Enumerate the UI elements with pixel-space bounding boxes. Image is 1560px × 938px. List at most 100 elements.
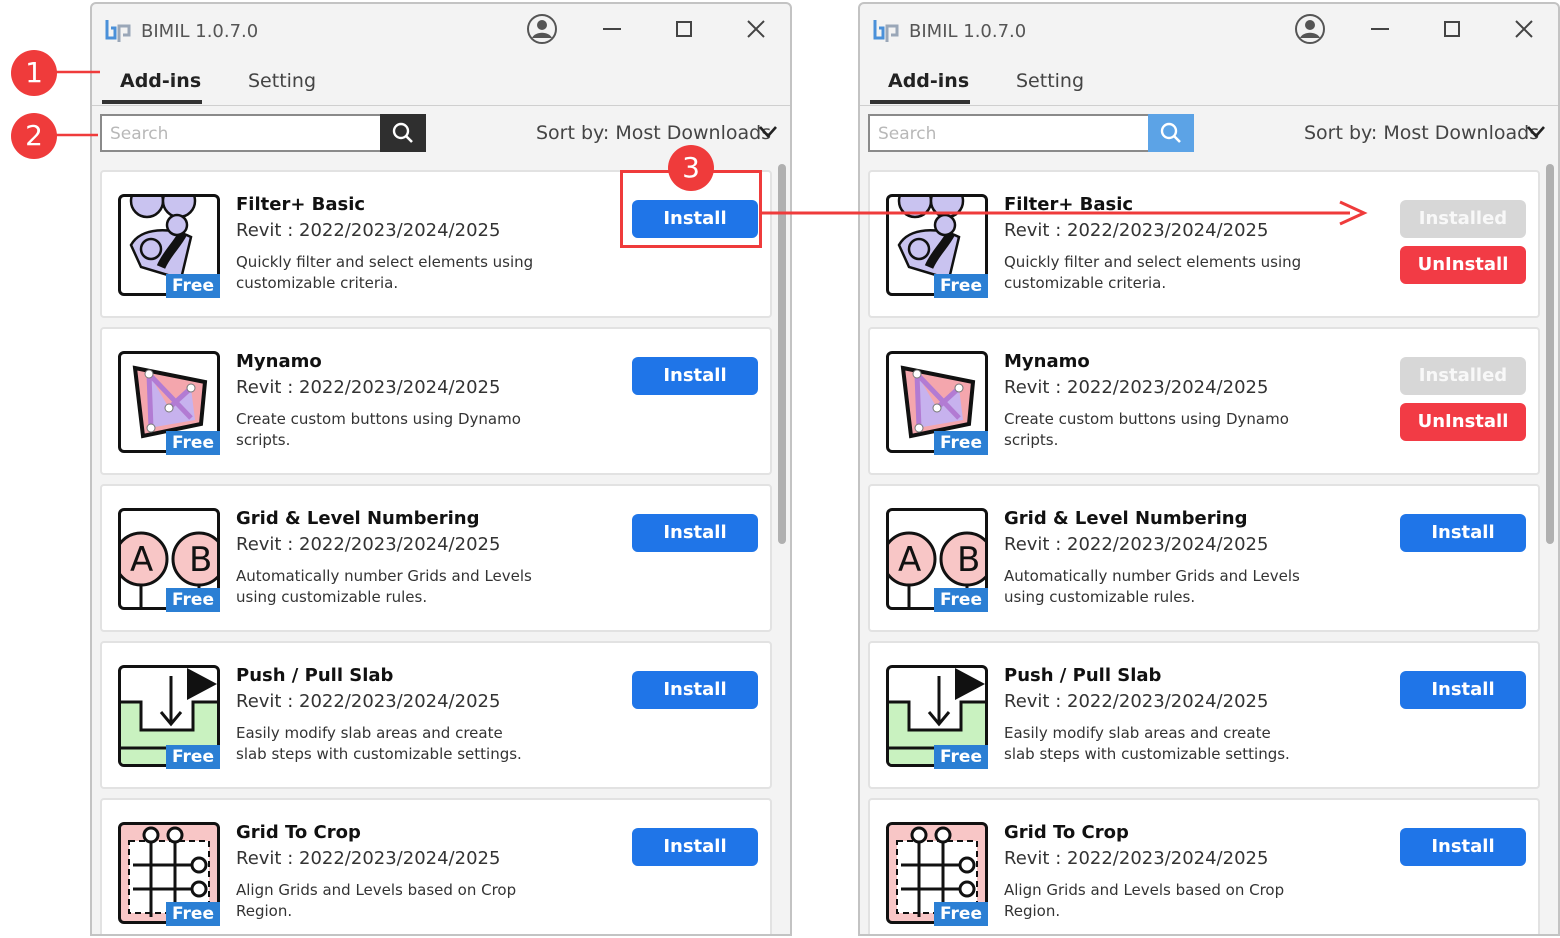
chevron-down-icon[interactable] [758, 125, 778, 139]
addin-versions: Revit : 2022/2023/2024/2025 [1004, 220, 1269, 241]
minimize-button[interactable] [1356, 4, 1404, 54]
addin-card-grid-to-crop: Free Grid To Crop Revit : 2022/2023/2024… [100, 798, 772, 934]
chevron-down-icon[interactable] [1526, 125, 1546, 139]
callout-1: 1 [11, 50, 57, 96]
addin-title: Mynamo [236, 351, 322, 372]
svg-text:B: B [957, 540, 980, 580]
svg-text:B: B [189, 540, 212, 580]
addin-title: Filter+ Basic [1004, 194, 1134, 215]
app-title: BIMIL 1.0.7.0 [909, 21, 1027, 42]
free-badge: Free [934, 745, 988, 769]
addin-description: Automatically number Grids and Levels us… [1004, 567, 1300, 606]
user-account-button[interactable] [518, 4, 566, 54]
addin-list: Free Filter+ Basic Revit : 2022/2023/202… [92, 164, 782, 934]
addin-versions: Revit : 2022/2023/2024/2025 [236, 377, 501, 398]
minimize-icon [603, 28, 621, 30]
user-icon [527, 14, 557, 44]
addin-description: Quickly filter and select elements using… [1004, 253, 1302, 292]
addin-title: Push / Pull Slab [236, 665, 394, 686]
user-account-button[interactable] [1286, 4, 1334, 54]
close-button[interactable] [732, 4, 780, 54]
bimil-logo-icon [873, 20, 899, 42]
addin-versions: Revit : 2022/2023/2024/2025 [236, 848, 501, 869]
close-icon [1515, 20, 1533, 38]
addin-versions: Revit : 2022/2023/2024/2025 [236, 220, 501, 241]
search-placeholder: Search [110, 124, 169, 144]
free-badge: Free [166, 745, 220, 769]
search-input[interactable]: Search [100, 114, 380, 152]
addin-card-mynamo: Free Mynamo Revit : 2022/2023/2024/2025 … [100, 327, 772, 475]
search-input[interactable]: Search [868, 114, 1148, 152]
svg-text:A: A [130, 540, 153, 580]
tab-bar: Add-ins Setting [860, 60, 1558, 106]
bimil-window-after: BIMIL 1.0.7.0 Add-ins Setting Search Sor… [858, 2, 1560, 936]
bimil-window-before: BIMIL 1.0.7.0 Add-ins Setting Search Sor… [90, 2, 792, 936]
callout-2: 2 [11, 113, 57, 159]
close-button[interactable] [1500, 4, 1548, 54]
addin-versions: Revit : 2022/2023/2024/2025 [1004, 848, 1269, 869]
addin-description: Automatically number Grids and Levels us… [236, 567, 532, 606]
addin-description: Easily modify slab areas and create slab… [1004, 724, 1290, 763]
free-badge: Free [934, 588, 988, 612]
callout-3: 3 [668, 145, 714, 191]
addin-versions: Revit : 2022/2023/2024/2025 [236, 691, 501, 712]
addin-title: Filter+ Basic [236, 194, 366, 215]
addin-description: Easily modify slab areas and create slab… [236, 724, 522, 763]
minimize-icon [1371, 28, 1389, 30]
install-button[interactable]: Install [632, 671, 758, 709]
search-button[interactable] [1148, 114, 1194, 152]
search-placeholder: Search [878, 124, 937, 144]
search-icon [392, 122, 413, 143]
scrollbar[interactable] [1546, 164, 1554, 544]
title-bar[interactable]: BIMIL 1.0.7.0 [860, 4, 1558, 56]
sort-dropdown[interactable]: Sort by: Most Downloads [1304, 122, 1539, 144]
installed-button: Installed [1400, 200, 1526, 238]
user-icon [1295, 14, 1325, 44]
maximize-button[interactable] [1428, 4, 1476, 54]
addin-versions: Revit : 2022/2023/2024/2025 [236, 534, 501, 555]
install-button[interactable]: Install [1400, 828, 1526, 866]
free-badge: Free [166, 902, 220, 926]
install-button[interactable]: Install [1400, 671, 1526, 709]
addin-title: Grid To Crop [236, 822, 361, 843]
maximize-button[interactable] [660, 4, 708, 54]
minimize-button[interactable] [588, 4, 636, 54]
app-title: BIMIL 1.0.7.0 [141, 21, 259, 42]
free-badge: Free [166, 274, 220, 298]
install-button[interactable]: Install [632, 828, 758, 866]
addin-card-grid-to-crop: Free Grid To Crop Revit : 2022/2023/2024… [868, 798, 1540, 934]
search-icon [1160, 122, 1181, 143]
uninstall-button[interactable]: UnInstall [1400, 246, 1526, 284]
addin-versions: Revit : 2022/2023/2024/2025 [1004, 377, 1269, 398]
addin-title: Grid & Level Numbering [1004, 508, 1248, 529]
tab-setting[interactable]: Setting [248, 70, 316, 92]
free-badge: Free [166, 588, 220, 612]
install-button[interactable]: Install [1400, 514, 1526, 552]
active-tab-indicator [870, 100, 970, 104]
addin-title: Grid To Crop [1004, 822, 1129, 843]
addin-card-grid-level-numbering: A B Free Grid & Level Numbering Revit : … [868, 484, 1540, 632]
install-button[interactable]: Install [632, 514, 758, 552]
addin-card-grid-level-numbering: A B Free Grid & Level Numbering Revit : … [100, 484, 772, 632]
uninstall-button[interactable]: UnInstall [1400, 403, 1526, 441]
addin-versions: Revit : 2022/2023/2024/2025 [1004, 534, 1269, 555]
close-icon [747, 20, 765, 38]
maximize-icon [1444, 21, 1460, 37]
sort-dropdown[interactable]: Sort by: Most Downloads [536, 122, 771, 144]
free-badge: Free [166, 431, 220, 455]
addin-card-push-pull-slab: Free Push / Pull Slab Revit : 2022/2023/… [868, 641, 1540, 789]
scrollbar[interactable] [778, 164, 786, 544]
addin-description: Quickly filter and select elements using… [236, 253, 534, 292]
tab-add-ins[interactable]: Add-ins [888, 70, 969, 92]
maximize-icon [676, 21, 692, 37]
tab-bar: Add-ins Setting [92, 60, 790, 106]
addin-title: Mynamo [1004, 351, 1090, 372]
addin-description: Align Grids and Levels based on Crop Reg… [1004, 881, 1285, 920]
title-bar[interactable]: BIMIL 1.0.7.0 [92, 4, 790, 56]
install-button[interactable]: Install [632, 357, 758, 395]
search-button[interactable] [380, 114, 426, 152]
addin-description: Create custom buttons using Dynamo scrip… [236, 410, 521, 449]
bimil-logo-icon [105, 20, 131, 42]
tab-add-ins[interactable]: Add-ins [120, 70, 201, 92]
tab-setting[interactable]: Setting [1016, 70, 1084, 92]
